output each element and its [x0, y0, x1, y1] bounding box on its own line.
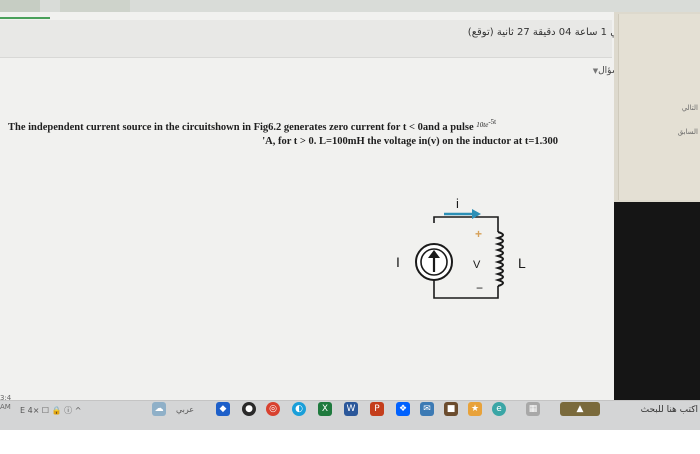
wire-top-right [488, 216, 499, 232]
mail-icon[interactable]: ✉ [420, 402, 434, 416]
language-indicator[interactable]: عربي [176, 405, 194, 414]
edge-icon[interactable]: ◐ [292, 402, 306, 416]
plus-label: + [475, 227, 482, 241]
quiz-info-box [0, 20, 612, 58]
inductor-coil [494, 231, 504, 287]
inductor-label: L [518, 255, 526, 271]
clock-ampm: AM [0, 403, 11, 411]
source-label: I [396, 254, 400, 270]
cloud-icon[interactable]: ☁ [152, 402, 166, 416]
current-label: i [456, 196, 459, 211]
clock[interactable]: 3:4 AM [0, 394, 11, 412]
next-link[interactable]: التالي [682, 104, 698, 112]
browser-top-bar [0, 0, 700, 12]
chrome-icon[interactable]: ◎ [266, 402, 280, 416]
dropbox-icon[interactable]: ❖ [396, 402, 410, 416]
system-tray[interactable]: E 4× ☐ 🔒 ⓘ ^ [20, 405, 81, 416]
app3-icon[interactable]: e [492, 402, 506, 416]
question-line-1: The independent current source in the ci… [8, 118, 568, 135]
powerpoint-icon[interactable]: P [370, 402, 384, 416]
browser-tab[interactable] [0, 0, 40, 12]
dark-panel [614, 202, 700, 402]
browser-tab[interactable] [60, 0, 130, 12]
screen: الوقت المتبقي 1 ساعة 04 دقيقة 27 ثانية (… [0, 0, 700, 430]
wire-top [433, 216, 488, 223]
question-expr: 10te [476, 121, 489, 129]
question-line-1-main: The independent current source in the ci… [8, 122, 477, 133]
minus-label: − [476, 281, 483, 295]
clock-time: 3:4 [0, 394, 12, 402]
media-icon[interactable]: ● [242, 402, 256, 416]
excel-icon[interactable]: X [318, 402, 332, 416]
task-view-icon[interactable]: ▦ [526, 402, 540, 416]
wire-bottom [433, 280, 499, 299]
wallpaper-thumb-icon: ▲ [560, 402, 600, 416]
question-line-2: 'A, for t > 0. L=100mH the voltage in(v)… [262, 136, 558, 147]
progress-accent-line [0, 17, 50, 19]
previous-link[interactable]: السابق [678, 128, 698, 136]
circuit-diagram: I i + V − L [396, 196, 526, 299]
app2-icon[interactable]: ★ [468, 402, 482, 416]
question-text: The independent current source in the ci… [8, 118, 568, 149]
store-icon[interactable]: ■ [444, 402, 458, 416]
question-exponent: -5t [488, 118, 497, 126]
voltage-label: V [473, 259, 481, 271]
taskbar-search[interactable]: اكتب هنا للبحث [641, 405, 698, 415]
word-icon[interactable]: W [344, 402, 358, 416]
app-icon[interactable]: ◆ [216, 402, 230, 416]
